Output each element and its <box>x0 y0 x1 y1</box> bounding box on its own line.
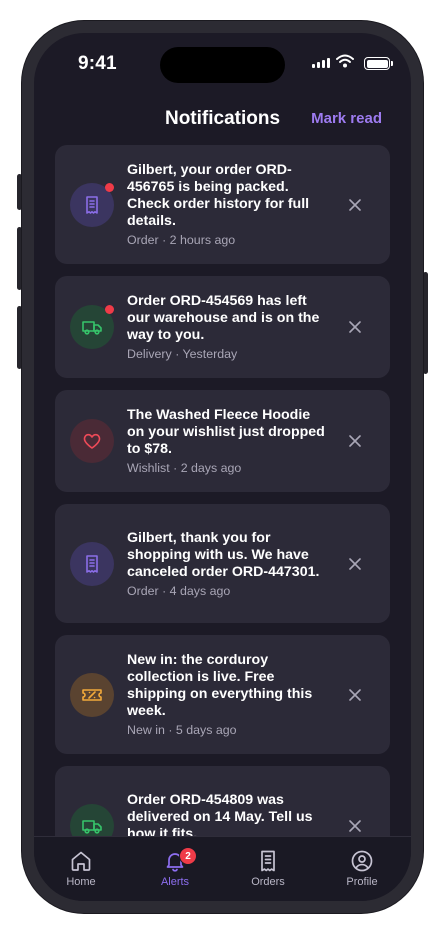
dismiss-button[interactable] <box>344 553 366 575</box>
home-icon <box>41 849 121 873</box>
truck-icon <box>81 816 103 836</box>
dynamic-island <box>160 47 285 83</box>
close-icon <box>349 688 361 701</box>
notification-meta: Order · 2 hours ago <box>127 233 236 247</box>
user-icon <box>322 849 402 873</box>
notification-message: Gilbert, thank you for shopping with us.… <box>127 529 320 580</box>
receipt-icon <box>228 849 308 873</box>
unread-dot <box>105 305 114 314</box>
wifi-icon <box>336 54 354 68</box>
tab-bar: Home Alerts 2 Orders Profile <box>34 836 411 901</box>
tab-label: Home <box>66 876 96 888</box>
status-time: 9:41 <box>78 53 117 74</box>
header: Notifications Mark read <box>34 105 411 135</box>
dismiss-button[interactable] <box>344 316 366 338</box>
ticket-icon <box>81 685 103 705</box>
tab-label: Profile <box>346 876 378 888</box>
close-icon <box>349 819 361 832</box>
alerts-count-badge: 2 <box>179 847 197 865</box>
tab-label: Orders <box>251 876 285 888</box>
notification-content: Order ORD-454809 was delivered on 14 May… <box>127 792 325 837</box>
notification-message: Gilbert, your order ORD-456765 is being … <box>127 162 310 229</box>
status-bar: 9:41 <box>34 33 411 95</box>
dismiss-button[interactable] <box>344 815 366 837</box>
notification-list[interactable]: Gilbert, your order ORD-456765 is being … <box>55 145 390 836</box>
notification-card[interactable]: Order ORD-454809 was delivered on 14 May… <box>55 766 390 836</box>
notification-icon-badge <box>70 182 114 227</box>
tab-label: Alerts <box>160 876 190 888</box>
dismiss-button[interactable] <box>344 430 366 452</box>
notification-icon-badge <box>70 305 114 349</box>
dismiss-button[interactable] <box>344 194 366 216</box>
tab-home[interactable]: Home <box>41 849 121 888</box>
bell-icon <box>135 849 215 873</box>
notification-meta: New in · 5 days ago <box>127 723 237 737</box>
notification-content: The Washed Fleece Hoodie on your wishlis… <box>127 407 325 475</box>
dismiss-button[interactable] <box>344 684 366 706</box>
unread-dot <box>105 182 114 192</box>
notification-content: Gilbert, your order ORD-456765 is being … <box>127 162 325 247</box>
notification-card[interactable]: New in: the corduroy collection is live.… <box>55 635 390 754</box>
notification-card[interactable]: Gilbert, your order ORD-456765 is being … <box>55 145 390 264</box>
close-icon <box>349 198 361 211</box>
notification-meta: Delivery · Yesterday <box>127 347 238 361</box>
tab-alerts[interactable]: Alerts 2 <box>135 847 215 888</box>
notification-message: Order ORD-454809 was delivered on 14 May… <box>127 791 313 837</box>
notification-content: New in: the corduroy collection is live.… <box>127 652 325 737</box>
power-button <box>423 272 428 374</box>
tab-orders[interactable]: Orders <box>228 849 308 888</box>
notification-message: The Washed Fleece Hoodie on your wishlis… <box>127 407 325 457</box>
notification-content: Order ORD-454569 has left our warehouse … <box>127 293 325 361</box>
receipt-icon <box>82 195 102 215</box>
notification-icon-badge <box>70 541 114 586</box>
truck-icon <box>81 317 103 337</box>
heart-icon <box>82 431 102 451</box>
battery-icon <box>364 57 393 70</box>
notification-meta: Order · 4 days ago <box>127 583 231 598</box>
notification-meta: Wishlist · 2 days ago <box>127 461 242 475</box>
close-icon <box>349 435 361 447</box>
mark-read-button[interactable]: Mark read <box>311 110 382 127</box>
notification-icon-badge <box>70 803 114 836</box>
close-icon <box>349 321 361 333</box>
notification-message: New in: the corduroy collection is live.… <box>127 652 313 719</box>
notification-icon-badge <box>70 672 114 717</box>
notification-card[interactable]: The Washed Fleece Hoodie on your wishlis… <box>55 390 390 492</box>
notification-card[interactable]: Gilbert, thank you for shopping with us.… <box>55 504 390 623</box>
tab-profile[interactable]: Profile <box>322 849 402 888</box>
cellular-signal-icon <box>312 58 330 68</box>
notification-message: Order ORD-454569 has left our warehouse … <box>127 293 320 343</box>
notification-card[interactable]: Order ORD-454569 has left our warehouse … <box>55 276 390 378</box>
close-icon <box>349 557 361 570</box>
notification-icon-badge <box>70 419 114 463</box>
phone-frame: 9:41 Notifications Mark read Gilbert, yo… <box>22 21 423 913</box>
screen: 9:41 Notifications Mark read Gilbert, yo… <box>34 33 411 901</box>
receipt-icon <box>82 554 102 574</box>
notification-content: Gilbert, thank you for shopping with us.… <box>127 530 325 598</box>
